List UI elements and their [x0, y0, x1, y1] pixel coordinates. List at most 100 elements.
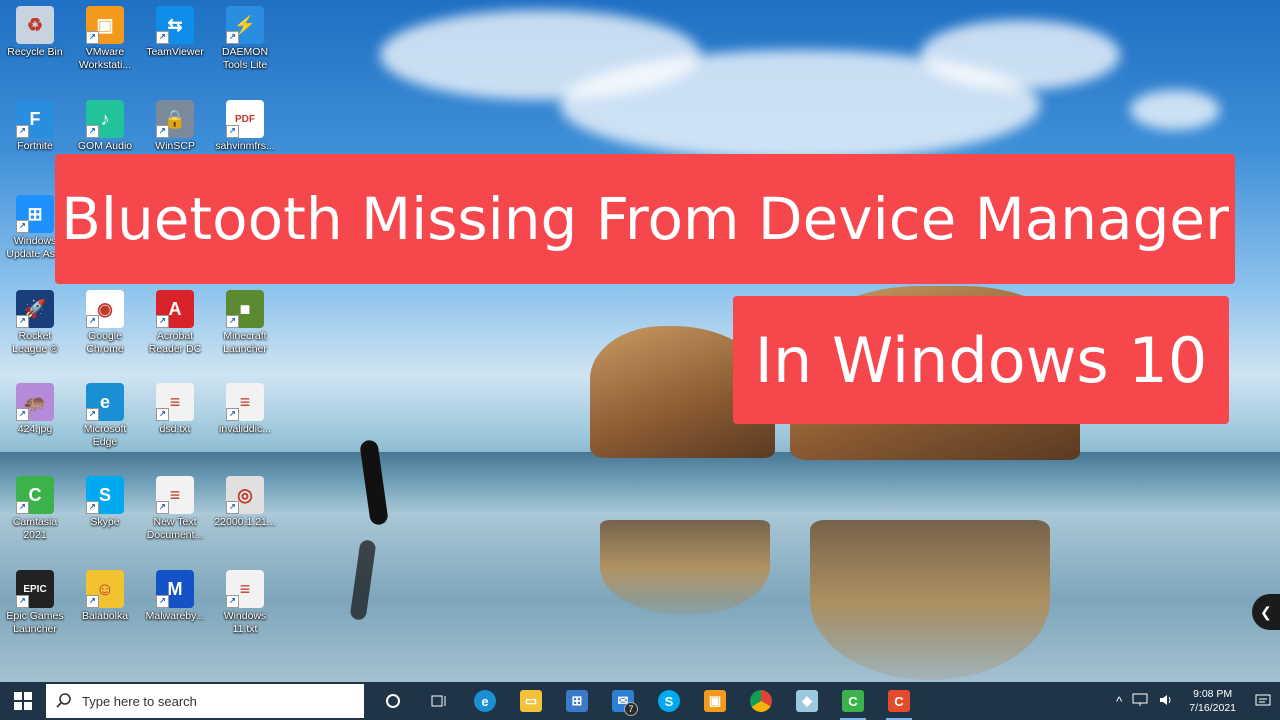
- desktop-icon-label: Fortnite: [17, 140, 53, 152]
- desktop-icon[interactable]: ■ ↗ Minecraft Launcher: [210, 290, 280, 356]
- volume-icon[interactable]: [1153, 693, 1179, 710]
- desktop-icon[interactable]: e ↗ Microsoft Edge: [70, 383, 140, 449]
- cortana-button[interactable]: [370, 682, 416, 720]
- rocket-league-icon: 🚀 ↗: [16, 290, 54, 328]
- desktop-icon[interactable]: ☺ ↗ Balabolka: [70, 570, 140, 623]
- desktop-icon[interactable]: ≡ ↗ New Text Document...: [140, 476, 210, 542]
- text-file-icon: ≡ ↗: [226, 383, 264, 421]
- desktop-icon[interactable]: ≡ ↗ Windows 11.txt: [210, 570, 280, 636]
- taskbar-app-cube[interactable]: ◆: [784, 682, 830, 720]
- task-view-icon: [431, 695, 446, 707]
- task-view-button[interactable]: [416, 682, 462, 720]
- vmware-icon: ▣: [704, 690, 726, 712]
- notification-center-button[interactable]: [1246, 682, 1280, 720]
- desktop-icon[interactable]: F ↗ Fortnite: [0, 100, 70, 153]
- desktop-icon[interactable]: S ↗ Skype: [70, 476, 140, 529]
- start-button[interactable]: [0, 682, 46, 720]
- cube-app-icon: ◆: [796, 690, 818, 712]
- shortcut-arrow-icon: ↗: [86, 408, 99, 421]
- shortcut-arrow-icon: ↗: [226, 501, 239, 514]
- skype-icon: S ↗: [86, 476, 124, 514]
- wallpaper-rock-reflection: [600, 520, 770, 615]
- desktop-icon[interactable]: C ↗ Camtasia 2021: [0, 476, 70, 542]
- chrome-icon: ◉ ↗: [86, 290, 124, 328]
- taskbar-edge[interactable]: e: [462, 682, 508, 720]
- windows-update-icon: ⊞ ↗: [16, 195, 54, 233]
- vmware-icon: ▣ ↗: [86, 6, 124, 44]
- shortcut-arrow-icon: ↗: [226, 408, 239, 421]
- desktop-icon[interactable]: ▣ ↗ VMware Workstati...: [70, 6, 140, 72]
- camtasia-recorder-icon: C: [888, 690, 910, 712]
- shortcut-arrow-icon: ↗: [16, 501, 29, 514]
- taskbar: Type here to search e ▭ ⊞ ✉ 7 S ▣ ◆ C C …: [0, 682, 1280, 720]
- text-file-icon: ≡ ↗: [156, 383, 194, 421]
- desktop-icon[interactable]: ◎ ↗ 22000.1.21...: [210, 476, 280, 529]
- taskbar-mail[interactable]: ✉ 7: [600, 682, 646, 720]
- folder-icon: ▭: [520, 690, 542, 712]
- clock[interactable]: 9:08 PM 7/16/2021: [1179, 687, 1246, 715]
- taskbar-vmware[interactable]: ▣: [692, 682, 738, 720]
- taskbar-file-explorer[interactable]: ▭: [508, 682, 554, 720]
- text-file-icon: ≡ ↗: [226, 570, 264, 608]
- desktop-icon[interactable]: 🔒 ↗ WinSCP: [140, 100, 210, 153]
- taskbar-microsoft-store[interactable]: ⊞: [554, 682, 600, 720]
- collapse-arrow-icon[interactable]: ❮: [1252, 594, 1280, 630]
- desktop-icon-label: Camtasia 2021: [12, 516, 58, 541]
- desktop-icon[interactable]: 🚀 ↗ Rocket League ®: [0, 290, 70, 356]
- taskbar-search-box[interactable]: Type here to search: [46, 684, 364, 718]
- shortcut-arrow-icon: ↗: [16, 408, 29, 421]
- desktop-icon[interactable]: ♪ ↗ GOM Audio: [70, 100, 140, 153]
- desktop-icon-label: Minecraft Launcher: [223, 330, 267, 355]
- wallpaper-rock-reflection: [810, 520, 1050, 680]
- desktop-icon-label: Epic Games Launcher: [6, 610, 64, 635]
- desktop-icon[interactable]: ≡ ↗ dsd.txt: [140, 383, 210, 436]
- fortnite-icon: F ↗: [16, 100, 54, 138]
- taskbar-chrome[interactable]: [738, 682, 784, 720]
- shortcut-arrow-icon: ↗: [226, 125, 239, 138]
- recycle-bin-icon: ♻: [16, 6, 54, 44]
- skype-icon: S: [658, 690, 680, 712]
- tray-expand-icon[interactable]: ^: [1111, 694, 1127, 709]
- shortcut-arrow-icon: ↗: [156, 31, 169, 44]
- desktop-icon-label: TeamViewer: [146, 46, 204, 58]
- desktop-icon[interactable]: PDF ↗ sahvinmfrs...: [210, 100, 280, 153]
- taskbar-camtasia[interactable]: C: [830, 682, 876, 720]
- desktop-icon[interactable]: ♻ Recycle Bin: [0, 6, 70, 59]
- taskbar-skype[interactable]: S: [646, 682, 692, 720]
- shortcut-arrow-icon: ↗: [86, 315, 99, 328]
- desktop-icon[interactable]: ≡ ↗ invaliddic...: [210, 383, 280, 436]
- image-file-icon: 🦛 ↗: [16, 383, 54, 421]
- shortcut-arrow-icon: ↗: [226, 595, 239, 608]
- shortcut-arrow-icon: ↗: [16, 315, 29, 328]
- desktop-icon-label: Windows 11.txt: [223, 610, 267, 635]
- desktop-icon[interactable]: ⇆ ↗ TeamViewer: [140, 6, 210, 59]
- malwarebytes-icon: M ↗: [156, 570, 194, 608]
- shortcut-arrow-icon: ↗: [16, 220, 29, 233]
- desktop-icon-label: WinSCP: [155, 140, 195, 152]
- clock-date: 7/16/2021: [1189, 702, 1236, 714]
- shortcut-arrow-icon: ↗: [156, 125, 169, 138]
- title-banner-line1: Bluetooth Missing From Device Manager: [55, 154, 1235, 284]
- notification-icon: [1255, 694, 1271, 706]
- disc-image-icon: ◎ ↗: [226, 476, 264, 514]
- desktop-icon[interactable]: ◉ ↗ Google Chrome: [70, 290, 140, 356]
- desktop-icon-label: New Text Document...: [146, 516, 204, 541]
- mail-badge: 7: [624, 702, 638, 716]
- desktop-icon[interactable]: EPIC ↗ Epic Games Launcher: [0, 570, 70, 636]
- pdf-file-icon: PDF ↗: [226, 100, 264, 138]
- desktop-icon-label: sahvinmfrs...: [215, 140, 275, 152]
- teamviewer-icon: ⇆ ↗: [156, 6, 194, 44]
- desktop-icon[interactable]: ⚡ ↗ DAEMON Tools Lite: [210, 6, 280, 72]
- desktop-icon[interactable]: 🦛 ↗ 424.jpg: [0, 383, 70, 436]
- desktop-icon-label: Google Chrome: [86, 330, 124, 355]
- chrome-icon: [750, 690, 772, 712]
- shortcut-arrow-icon: ↗: [86, 501, 99, 514]
- edge-icon: e: [474, 690, 496, 712]
- desktop-icon-label: Acrobat Reader DC: [148, 330, 202, 355]
- desktop-icon[interactable]: A ↗ Acrobat Reader DC: [140, 290, 210, 356]
- winscp-icon: 🔒 ↗: [156, 100, 194, 138]
- taskbar-camtasia-recorder[interactable]: C: [876, 682, 922, 720]
- network-icon[interactable]: [1127, 693, 1153, 710]
- desktop-icon-label: dsd.txt: [159, 423, 191, 435]
- desktop-icon[interactable]: M ↗ Malwareby...: [140, 570, 210, 623]
